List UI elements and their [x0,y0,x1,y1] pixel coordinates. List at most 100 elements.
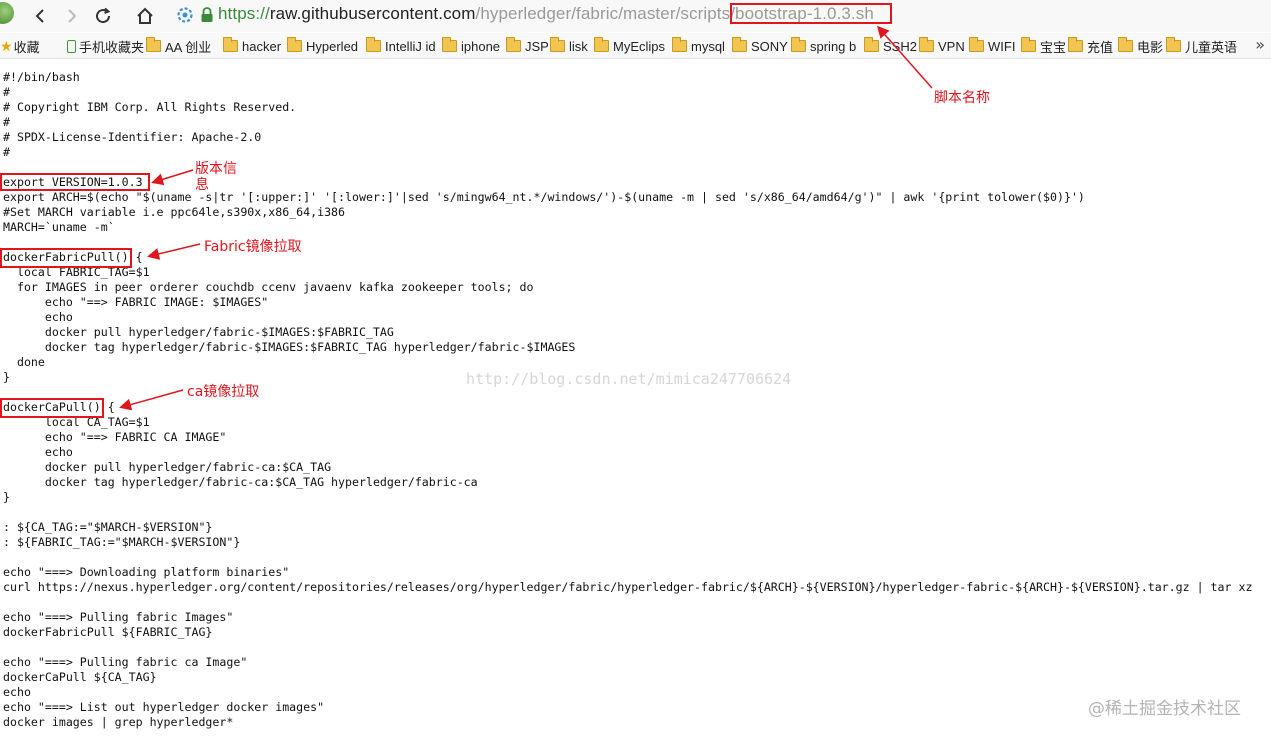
fabric-pull-highlight-box [0,248,132,268]
code-line: dockerCaPull ${CA_TAG} [3,670,157,684]
user-avatar[interactable] [0,2,14,24]
code-line: } [3,490,10,504]
code-line: echo "===> Pulling fabric Images" [3,610,234,624]
address-bar[interactable]: https://raw.githubusercontent.com/hyperl… [168,2,1268,28]
star-icon: ★ [0,37,13,54]
bookmark-label: 充值 [1087,39,1114,55]
bookmark-item[interactable]: VPN [919,37,965,55]
folder-icon [506,37,521,52]
code-line: echo [3,445,73,459]
url-path: /hyperledger/fabric/master/scripts/ [475,4,736,23]
home-button[interactable] [133,4,157,28]
bookmark-label: MyEclips [613,38,666,54]
bookmarks-bar: ★ 收藏 手机收藏夹 AA 创业 hacker Hyperled IntelliJ id ip… [0,33,1271,59]
folder-icon [919,37,934,52]
bookmark-item[interactable]: ★ 收藏 [0,37,40,55]
code-line: echo "==> FABRIC CA IMAGE" [3,430,227,444]
url-host: raw.githubusercontent.com [269,4,476,23]
folder-icon [1118,37,1133,52]
code-line: echo "==> FABRIC IMAGE: $IMAGES" [3,295,269,309]
code-line: dockerFabricPull ${FABRIC_TAG} [3,625,213,639]
folder-icon [672,37,687,52]
folder-icon [366,37,381,52]
blog-watermark: http://blog.csdn.net/mimica247706624 [466,370,792,388]
code-line: docker pull hyperledger/fabric-$IMAGES:$… [3,325,394,339]
bookmark-item[interactable]: 充值 [1068,37,1113,55]
bookmark-item[interactable]: hacker [223,37,281,55]
code-line: docker pull hyperledger/fabric-ca:$CA_TA… [3,460,332,474]
code-line: export VERSION=1.0.3 [3,175,143,189]
bookmark-label: spring b [810,38,857,54]
bookmark-item[interactable]: MyEclips [594,37,665,55]
bookmark-label: 收藏 [13,39,40,55]
bookmark-item[interactable]: 宝宝 [1021,37,1066,55]
bookmark-item[interactable]: 手机收藏夹 [67,37,144,55]
bookmark-label: WIFI [988,38,1016,54]
bookmark-label: JSP [525,38,549,54]
folder-icon [594,37,609,52]
bookmark-label: 宝宝 [1040,39,1067,55]
bookmark-item[interactable]: IntelliJ id [366,37,436,55]
code-line: #!/bin/bash [3,70,80,84]
code-line: : ${FABRIC_TAG:="$MARCH-$VERSION"} [3,535,241,549]
site-info-icon[interactable] [176,6,194,24]
folder-icon [1021,37,1036,52]
bookmark-label: IntelliJ id [385,38,436,54]
forward-button[interactable] [60,4,84,28]
bookmark-item[interactable]: WIFI [969,37,1015,55]
bookmark-item[interactable]: Hyperled [287,37,358,55]
bookmarks-overflow-button[interactable]: » [1255,35,1265,54]
bookmark-label: mysql [691,38,725,54]
code-line: for IMAGES in peer orderer couchdb ccenv… [3,280,534,294]
bookmark-item[interactable]: SSH2 [864,37,917,55]
bookmark-item[interactable]: AA 创业 [146,37,211,55]
code-line: echo [3,310,73,324]
code-line: # [3,85,10,99]
code-line: dockerFabricPull() { [3,250,143,264]
bookmark-item[interactable]: spring b [791,37,856,55]
code-line: echo "===> List out hyperledger docker i… [3,700,325,714]
script-name-annotation: 脚本名称 [934,90,990,106]
code-line: curl https://nexus.hyperledger.org/conte… [3,580,1253,594]
code-line: docker tag hyperledger/fabric-$IMAGES:$F… [3,340,576,354]
code-line: # SPDX-License-Identifier: Apache-2.0 [3,130,262,144]
code-line: # [3,115,10,129]
back-button[interactable] [28,4,52,28]
fabric-pull-annotation: Fabric镜像拉取 [204,239,302,255]
bookmark-label: 电影 [1137,39,1164,55]
folder-icon [223,37,238,52]
bookmark-label: 手机收藏夹 [79,39,145,55]
code-line: export ARCH=$(echo "$(uname -s|tr '[:upp… [3,190,1085,204]
bookmark-item[interactable]: mysql [672,37,725,55]
folder-icon [864,37,879,52]
code-line: MARCH=`uname -m` [3,220,115,234]
code-line: docker images | grep hyperledger* [3,715,234,729]
code-line: #Set MARCH variable i.e ppc64le,s390x,x8… [3,205,346,219]
folder-icon [550,37,565,52]
bookmark-item[interactable]: iphone [442,37,500,55]
back-arrow-icon [35,9,44,23]
forward-arrow-icon [68,9,77,23]
bookmark-label: hacker [242,38,282,54]
code-line: dockerCaPull() { [3,400,115,414]
lock-icon [201,7,213,22]
folder-icon [442,37,457,52]
bookmark-item[interactable]: 儿童英语 [1166,37,1237,55]
url-scheme: https:// [218,4,270,23]
bookmark-item[interactable]: lisk [550,37,588,55]
code-line: echo [3,685,31,699]
bookmark-item[interactable]: JSP [506,37,549,55]
code-line: echo "===> Pulling fabric ca Image" [3,655,248,669]
bookmark-label: iphone [461,38,501,54]
bookmark-item[interactable]: SONY [732,37,788,55]
code-line: docker tag hyperledger/fabric-ca:$CA_TAG… [3,475,478,489]
bookmark-item[interactable]: 电影 [1118,37,1163,55]
reload-button[interactable] [91,4,115,28]
folder-icon [287,37,302,52]
